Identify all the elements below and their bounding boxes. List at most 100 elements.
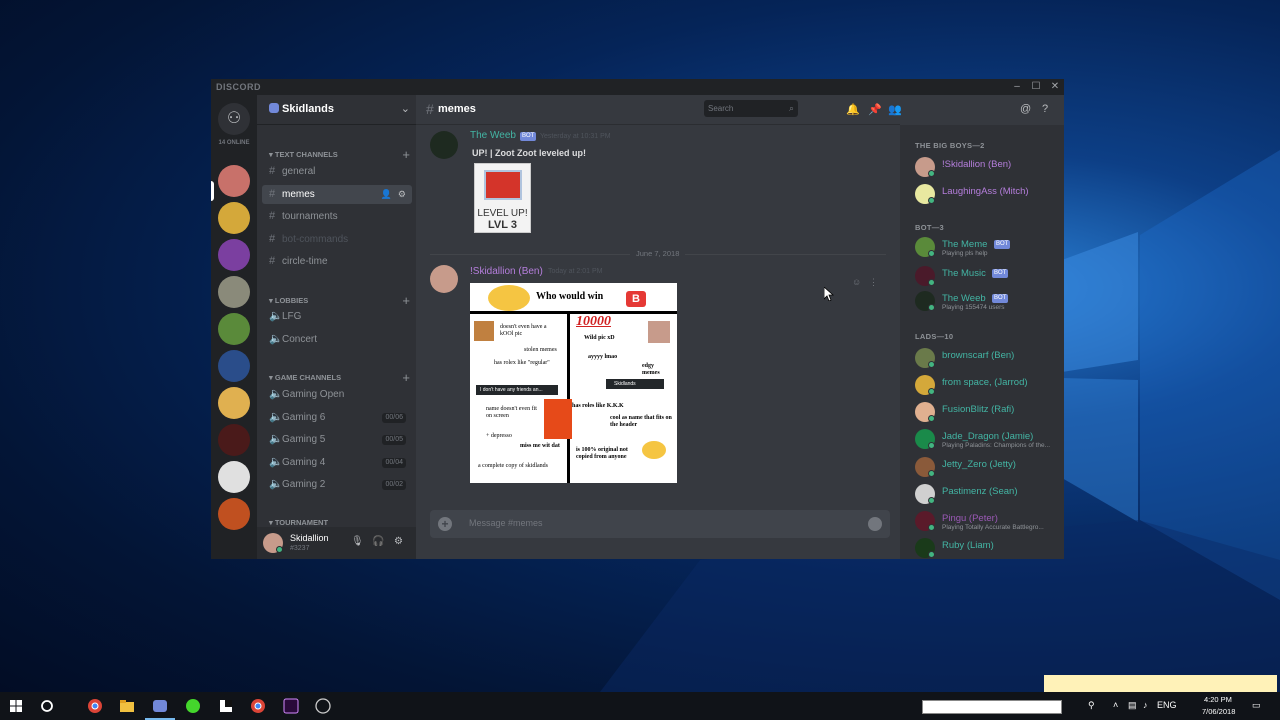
steam-icon[interactable] <box>313 696 333 716</box>
hash-icon: # <box>269 188 276 200</box>
category-tournament[interactable]: ▾ TOURNAMENT <box>269 518 328 527</box>
language-indicator[interactable]: ENG <box>1157 700 1177 710</box>
volume-icon[interactable]: ♪ <box>1143 700 1148 710</box>
category-lobbies[interactable]: ▾ LOBBIES <box>269 296 308 305</box>
channel-circle-time[interactable]: # circle-time <box>262 252 412 271</box>
voice-channel-concert[interactable]: 🔈 Concert <box>262 330 412 349</box>
windows-start-icon[interactable] <box>6 696 26 716</box>
minimize-icon[interactable]: – <box>1010 80 1024 94</box>
razer-icon[interactable] <box>183 696 203 716</box>
avatar[interactable] <box>430 131 458 159</box>
server-icon[interactable] <box>218 387 250 419</box>
member-item[interactable]: The Music BOT <box>915 266 1060 288</box>
member-item[interactable]: Pingu (Peter) Playing Totally Accurate Ba… <box>915 511 1060 533</box>
more-options-icon[interactable]: ⋮ <box>869 277 878 288</box>
server-icon[interactable] <box>218 498 250 530</box>
maximize-icon[interactable]: ☐ <box>1029 80 1043 94</box>
add-channel-icon[interactable]: + <box>402 294 410 307</box>
meme-image[interactable]: Who would win B doesn't even have a kOOl… <box>470 283 677 483</box>
close-icon[interactable]: ✕ <box>1048 80 1062 94</box>
voice-channel-gaming-open[interactable]: 🔈 Gaming Open <box>262 385 412 404</box>
pin-icon[interactable]: 📌 <box>868 103 882 116</box>
speaker-icon: 🔈 <box>269 433 283 445</box>
taskbar-address-input[interactable] <box>922 700 1062 714</box>
message-text: UP! | Zoot Zoot leveled up! <box>472 148 587 158</box>
online-status-icon <box>928 361 935 368</box>
message-author[interactable]: The Weeb <box>470 130 516 141</box>
voice-channel-gaming-6[interactable]: 🔈 Gaming 6 00/06 <box>262 408 412 427</box>
server-icon[interactable] <box>218 165 250 197</box>
member-item[interactable]: Ruby (Liam) <box>915 538 1060 559</box>
chevron-down-icon[interactable]: ⌄ <box>401 102 410 115</box>
server-icon[interactable] <box>218 202 250 234</box>
channel-tournaments[interactable]: # tournaments <box>262 207 412 226</box>
category-text-channels[interactable]: ▾ TEXT CHANNELS <box>269 150 338 159</box>
friends-icon[interactable]: ⚇ <box>218 103 250 135</box>
user-limit-badge: 00/06 <box>382 413 406 423</box>
member-item[interactable]: Jetty_Zero (Jetty) <box>915 457 1060 479</box>
search-input[interactable]: Search ⌕ <box>704 100 798 117</box>
chrome-icon[interactable] <box>248 696 268 716</box>
clock-date[interactable]: 7/06/2018 <box>1202 707 1235 716</box>
avatar[interactable] <box>430 265 458 293</box>
emoji-icon[interactable] <box>868 517 882 531</box>
file-explorer-icon[interactable] <box>117 696 137 716</box>
headphones-icon[interactable]: 🎧 <box>372 536 384 547</box>
bell-icon[interactable]: 🔔 <box>846 103 860 116</box>
help-icon[interactable]: ? <box>1042 103 1048 115</box>
notification-toast[interactable] <box>1044 675 1277 693</box>
member-item[interactable]: LaughingAss (Mitch) <box>915 184 1060 206</box>
server-icon[interactable] <box>218 350 250 382</box>
reaction-icon[interactable]: ☺ <box>852 277 861 287</box>
voice-channel-lfg[interactable]: 🔈 LFG <box>262 307 412 326</box>
channel-bot-commands[interactable]: # bot-commands <box>262 230 412 249</box>
premiere-icon[interactable] <box>281 696 301 716</box>
member-item[interactable]: brownscarf (Ben) <box>915 348 1060 370</box>
voice-channel-gaming-2[interactable]: 🔈 Gaming 2 00/02 <box>262 475 412 494</box>
voice-channel-gaming-5[interactable]: 🔈 Gaming 5 00/05 <box>262 430 412 449</box>
channel-general[interactable]: # general <box>262 162 412 181</box>
server-icon[interactable] <box>218 424 250 456</box>
member-item[interactable]: FusionBlitz (Rafi) <box>915 402 1060 424</box>
server-icon[interactable] <box>218 239 250 271</box>
member-item[interactable]: !Skidallion (Ben) <box>915 157 1060 179</box>
voice-channel-gaming-4[interactable]: 🔈 Gaming 4 00/04 <box>262 453 412 472</box>
server-icon[interactable] <box>218 461 250 493</box>
gear-icon[interactable]: ⚙ <box>394 536 403 547</box>
speaker-icon: 🔈 <box>269 310 283 322</box>
action-center-icon[interactable]: ▭ <box>1252 700 1261 711</box>
channel-label: Gaming 6 <box>282 412 326 423</box>
member-item[interactable]: The Weeb BOT Playing 155474 users <box>915 291 1060 313</box>
message-input[interactable]: Message #memes <box>469 518 543 528</box>
member-list: THE BIG BOYS—2 !Skidallion (Ben) Laughin… <box>900 125 1064 559</box>
channel-memes[interactable]: # memes 👤 ⚙ <box>262 185 412 204</box>
chrome-icon[interactable] <box>85 696 105 716</box>
invite-icon[interactable]: 👤 <box>381 185 392 204</box>
server-header[interactable]: Skidlands ⌄ <box>257 95 416 125</box>
upload-plus-icon[interactable]: + <box>438 517 452 531</box>
clock-time[interactable]: 4:20 PM <box>1204 695 1232 704</box>
message-composer[interactable]: + Message #memes <box>430 510 890 538</box>
discord-icon[interactable] <box>150 696 170 716</box>
people-icon[interactable]: ⚲ <box>1088 700 1095 711</box>
member-item[interactable]: Pastimenz (Sean) <box>915 484 1060 506</box>
member-item[interactable]: The Meme BOT Playing pls help <box>915 237 1060 259</box>
category-game-channels[interactable]: ▾ GAME CHANNELS <box>269 373 341 382</box>
member-item[interactable]: from space, (Jarrod) <box>915 375 1060 397</box>
member-item[interactable]: Jade_Dragon (Jamie) Playing Paladins: Cha… <box>915 429 1060 451</box>
gear-icon[interactable]: ⚙ <box>398 185 406 204</box>
chevron-up-icon[interactable]: ˄ <box>1113 700 1118 710</box>
message-author[interactable]: !Skidallion (Ben) <box>470 266 543 277</box>
add-channel-icon[interactable]: + <box>402 148 410 161</box>
mention-icon[interactable]: @ <box>1020 103 1031 115</box>
server-icon[interactable] <box>218 313 250 345</box>
microphone-icon[interactable]: 🎙 <box>351 536 364 547</box>
chat-header: # memes 🔔 📌 👥 <box>416 95 902 125</box>
members-icon[interactable]: 👥 <box>888 103 902 116</box>
network-icon[interactable]: ▤ <box>1128 700 1137 711</box>
add-channel-icon[interactable]: + <box>402 371 410 384</box>
levelup-embed-image[interactable]: LEVEL UP! LVL 3 <box>474 163 531 233</box>
app-icon[interactable] <box>216 696 236 716</box>
cortana-icon[interactable] <box>37 696 57 716</box>
server-icon[interactable] <box>218 276 250 308</box>
